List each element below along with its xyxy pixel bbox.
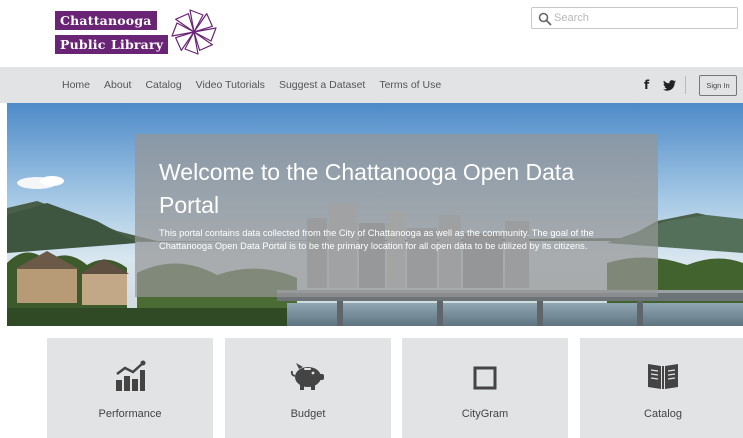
pinwheel-flower-icon: [171, 9, 217, 55]
logo-word-chattanooga: Chattanooga: [55, 11, 157, 30]
tile-performance-label: Performance: [98, 408, 162, 420]
logo-word-public: Public: [55, 35, 111, 54]
piggy-bank-icon: [290, 363, 324, 390]
twitter-icon[interactable]: [663, 67, 676, 103]
tile-citygram-label: CityGram: [461, 408, 509, 420]
tile-citygram-icon-wrap: [402, 360, 568, 396]
tile-catalog[interactable]: Catalog: [580, 338, 743, 438]
nav-item-video-tutorials[interactable]: Video Tutorials: [196, 79, 265, 91]
tile-citygram[interactable]: CityGram: [402, 338, 568, 438]
library-logo[interactable]: Chattanooga Public Library: [55, 8, 225, 60]
site-header: Chattanooga Public Library: [0, 0, 743, 67]
bar-chart-trend-icon: [116, 360, 146, 391]
nav-item-catalog[interactable]: Catalog: [145, 79, 181, 91]
search-icon: [538, 12, 552, 26]
hero-description: This portal contains data collected from…: [159, 228, 594, 251]
tile-performance-icon-wrap: [47, 360, 213, 396]
nav-item-suggest-dataset[interactable]: Suggest a Dataset: [279, 79, 365, 91]
tile-budget[interactable]: Budget: [225, 338, 391, 438]
tile-budget-label: Budget: [290, 408, 326, 420]
twitter-bird-icon: [663, 79, 676, 91]
tile-performance[interactable]: Performance: [47, 338, 213, 438]
nav-divider: [685, 76, 686, 94]
tile-catalog-label: Catalog: [644, 408, 682, 420]
search-input[interactable]: [554, 9, 734, 27]
main-nav: Home About Catalog Video Tutorials Sugge…: [0, 67, 743, 103]
welcome-panel: Welcome to the Chattanooga Open Data Por…: [135, 134, 658, 297]
facebook-glyph: f: [644, 78, 650, 92]
open-book-icon: [648, 364, 678, 389]
logo-word-library: Library: [106, 35, 169, 54]
nav-item-terms-of-use[interactable]: Terms of Use: [379, 79, 441, 91]
square-outline-icon: [473, 366, 497, 390]
tile-budget-icon-wrap: [225, 360, 391, 396]
tile-catalog-icon-wrap: [580, 360, 743, 396]
feature-tiles: Performance Budget CityGram Catalog: [0, 338, 743, 438]
nav-links: Home About Catalog Video Tutorials Sugge…: [62, 67, 455, 103]
hero-title: Welcome to the Chattanooga Open Data Por…: [159, 159, 575, 218]
facebook-icon[interactable]: f: [644, 67, 649, 103]
hero-banner: Welcome to the Chattanooga Open Data Por…: [7, 103, 743, 326]
sign-in-button[interactable]: Sign In: [699, 75, 737, 96]
search-box[interactable]: [531, 7, 738, 29]
nav-item-about[interactable]: About: [104, 79, 131, 91]
nav-item-home[interactable]: Home: [62, 79, 90, 91]
